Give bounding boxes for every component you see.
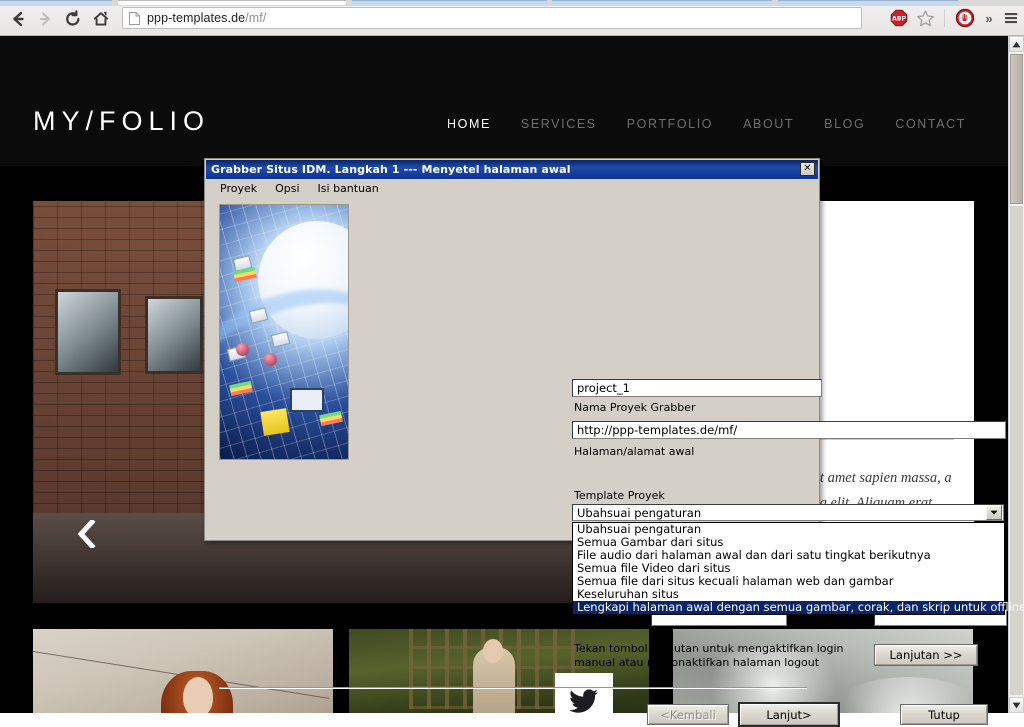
browser-tabstrip [0, 0, 1024, 6]
dialog-menubar: Proyek Opsi Isi bantuan [206, 179, 818, 197]
menu-item-opsi[interactable]: Opsi [273, 181, 301, 196]
template-label: Template Proyek [574, 489, 665, 502]
project-name-label: Nama Proyek Grabber [574, 401, 696, 414]
url-domain: ppp-templates.de [147, 11, 246, 25]
next-button[interactable]: Lanjut> [738, 702, 840, 727]
nav-link-contact[interactable]: CONTACT [895, 117, 966, 131]
chrome-overflow-icon[interactable]: » [978, 7, 1000, 29]
nav-link-services[interactable]: SERVICES [521, 117, 597, 131]
advanced-button[interactable]: Lanjutan >> [874, 644, 978, 666]
thumb-head [483, 639, 503, 663]
site-header: MY/FOLIO HOME SERVICES PORTFOLIO ABOUT B… [0, 36, 1008, 166]
chevron-left-icon[interactable] [74, 519, 100, 549]
address-bar-url: ppp-templates.de/mf/ [147, 11, 266, 25]
back-arrow-icon[interactable] [8, 8, 30, 30]
scroll-down-arrow-icon[interactable] [1009, 697, 1024, 713]
url-path: /mf/ [245, 11, 267, 25]
browser-toolbar: ppp-templates.de/mf/ ABP » [0, 0, 1024, 36]
dialog-titlebar[interactable]: Grabber Situs IDM. Langkah 1 --- Menyete… [206, 160, 818, 179]
svg-text:ABP: ABP [892, 16, 907, 23]
twitter-bird-icon[interactable] [555, 673, 613, 713]
template-dropdown-list[interactable]: Ubahsuai pengaturan Semua Gambar dari si… [572, 522, 1024, 615]
menu-item-proyek[interactable]: Proyek [218, 181, 259, 196]
bookmark-star-icon[interactable] [914, 7, 936, 29]
scrollbar-thumb[interactable] [1010, 54, 1023, 204]
chevron-down-icon[interactable] [986, 505, 1002, 520]
music-note-chip [236, 343, 249, 356]
advanced-hint-text: Tekan tombol Lanjutan untuk mengaktifkan… [574, 642, 844, 669]
template-combobox[interactable]: Ubahsuai pengaturan [572, 504, 1004, 521]
globe-network-illustration [219, 204, 349, 460]
browser-tab[interactable] [552, 0, 772, 5]
browser-tab[interactable] [0, 0, 112, 5]
site-navigation: HOME SERVICES PORTFOLIO ABOUT BLOG CONTA… [447, 117, 966, 131]
site-logo[interactable]: MY/FOLIO [33, 106, 210, 137]
hamburger-menu-icon[interactable] [1000, 7, 1022, 29]
dialog-title: Grabber Situs IDM. Langkah 1 --- Menyete… [211, 163, 571, 176]
dialog-separator [219, 687, 807, 689]
scroll-up-arrow-icon[interactable] [1009, 36, 1024, 52]
address-bar[interactable]: ppp-templates.de/mf/ [122, 7, 862, 29]
idm-grabber-dialog: Grabber Situs IDM. Langkah 1 --- Menyete… [204, 158, 1024, 727]
project-name-input[interactable] [572, 379, 822, 397]
music-note-chip [264, 353, 277, 366]
toolbar-divider [944, 9, 945, 27]
page-document-icon [129, 11, 140, 25]
hero-window [145, 296, 203, 374]
window-chip [290, 388, 324, 412]
sticky-note-chip [260, 408, 290, 436]
nav-link-about[interactable]: ABOUT [743, 117, 794, 131]
browser-tab[interactable] [778, 0, 958, 5]
nav-link-portfolio[interactable]: PORTFOLIO [627, 117, 713, 131]
scrollbar-track[interactable] [1010, 206, 1023, 695]
start-page-input[interactable] [572, 421, 1006, 439]
nav-link-blog[interactable]: BLOG [824, 117, 865, 131]
reload-icon[interactable] [62, 8, 84, 30]
back-button[interactable]: <Kembali [647, 704, 729, 725]
stop-hand-icon[interactable] [954, 7, 976, 29]
home-icon[interactable] [90, 8, 112, 30]
browser-tab[interactable] [352, 0, 547, 5]
dropdown-option-selected[interactable]: Lengkapi halaman awal dengan semua gamba… [573, 601, 1024, 614]
close-button[interactable]: Tutup [900, 704, 988, 725]
forward-arrow-icon[interactable] [34, 8, 56, 30]
dialog-body: Nama Proyek Grabber Halaman/alamat awal … [206, 197, 1024, 727]
adblock-plus-icon[interactable]: ABP [888, 7, 910, 29]
close-icon[interactable]: ✕ [800, 162, 815, 176]
nav-link-home[interactable]: HOME [447, 117, 491, 131]
template-combobox-value: Ubahsuai pengaturan [577, 505, 702, 520]
menu-item-isi-bantuan[interactable]: Isi bantuan [316, 181, 381, 196]
start-page-label: Halaman/alamat awal [574, 445, 695, 458]
thumb-face [183, 677, 213, 713]
hero-window [55, 289, 121, 375]
thumbnail-redhead-portrait[interactable] [33, 629, 333, 713]
browser-tab-active[interactable] [118, 0, 346, 5]
